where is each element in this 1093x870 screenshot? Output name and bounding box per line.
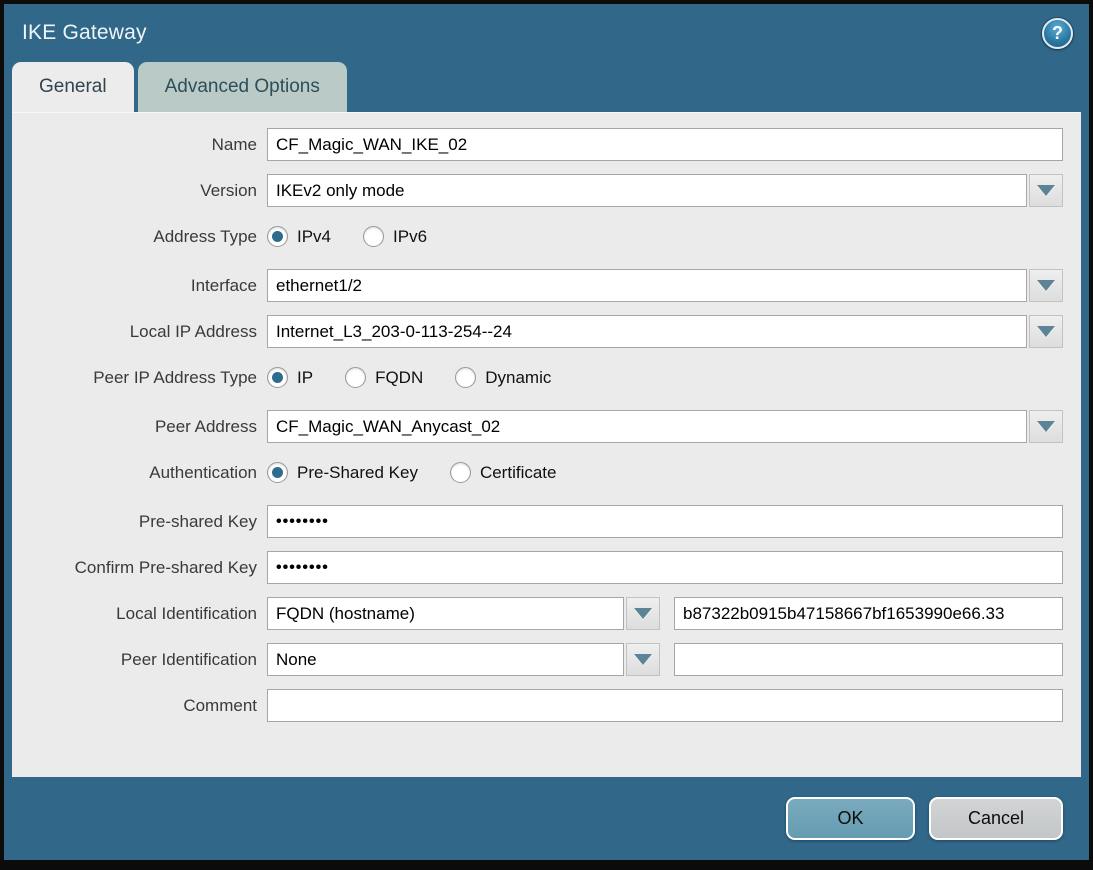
chevron-down-icon (1037, 185, 1055, 196)
local-identification-label: Local Identification (12, 604, 267, 624)
comment-label: Comment (12, 696, 267, 716)
name-input[interactable] (267, 128, 1063, 161)
version-row: Version (12, 174, 1063, 207)
name-label: Name (12, 135, 267, 155)
comment-row: Comment (12, 689, 1063, 722)
peer-identification-value-input[interactable] (674, 643, 1063, 676)
address-type-ipv6-option-label[interactable]: IPv6 (393, 227, 427, 247)
version-label: Version (12, 181, 267, 201)
general-tab-panel: Name Version Address Type (12, 112, 1081, 777)
authentication-psk-radio[interactable] (267, 462, 288, 483)
local-identification-row: Local Identification (12, 597, 1063, 630)
chevron-down-icon (1037, 280, 1055, 291)
interface-select[interactable] (267, 269, 1027, 302)
chevron-down-icon (1037, 326, 1055, 337)
dialog-footer: OK Cancel (4, 777, 1089, 860)
address-type-ipv4-radio[interactable] (267, 226, 288, 247)
peer-identification-row: Peer Identification (12, 643, 1063, 676)
window-frame: IKE Gateway ? General Advanced Options N… (0, 0, 1093, 870)
ok-button[interactable]: OK (786, 797, 915, 840)
interface-row: Interface (12, 269, 1063, 302)
pre-shared-key-input[interactable] (267, 505, 1063, 538)
peer-ip-address-type-row: Peer IP Address Type IP FQDN Dynamic (12, 361, 1063, 394)
peer-ip-type-ip-radio[interactable] (267, 367, 288, 388)
version-select[interactable] (267, 174, 1027, 207)
local-identification-value-input[interactable] (674, 597, 1063, 630)
peer-ip-type-fqdn-option-label[interactable]: FQDN (375, 368, 423, 388)
peer-address-select[interactable] (267, 410, 1027, 443)
chevron-down-icon (634, 608, 652, 619)
cancel-button[interactable]: Cancel (929, 797, 1063, 840)
local-ip-address-row: Local IP Address (12, 315, 1063, 348)
peer-identification-type-select[interactable] (267, 643, 624, 676)
local-ip-address-dropdown-button[interactable] (1029, 315, 1063, 348)
local-identification-dropdown-button[interactable] (626, 597, 660, 630)
authentication-psk-option-label[interactable]: Pre-Shared Key (297, 463, 418, 483)
authentication-row: Authentication Pre-Shared Key Certificat… (12, 456, 1063, 489)
address-type-ipv4-option-label[interactable]: IPv4 (297, 227, 331, 247)
authentication-certificate-option-label[interactable]: Certificate (480, 463, 557, 483)
interface-label: Interface (12, 276, 267, 296)
local-ip-address-label: Local IP Address (12, 322, 267, 342)
peer-address-label: Peer Address (12, 417, 267, 437)
confirm-pre-shared-key-label: Confirm Pre-shared Key (12, 558, 267, 578)
ike-gateway-dialog: IKE Gateway ? General Advanced Options N… (4, 4, 1089, 860)
confirm-pre-shared-key-row: Confirm Pre-shared Key (12, 551, 1063, 584)
peer-ip-address-type-label: Peer IP Address Type (12, 368, 267, 388)
authentication-label: Authentication (12, 463, 267, 483)
chevron-down-icon (1037, 421, 1055, 432)
peer-address-row: Peer Address (12, 410, 1063, 443)
tab-general[interactable]: General (12, 62, 134, 112)
pre-shared-key-label: Pre-shared Key (12, 512, 267, 532)
help-icon[interactable]: ? (1042, 18, 1073, 49)
dialog-header: IKE Gateway ? (4, 4, 1089, 62)
address-type-row: Address Type IPv4 IPv6 (12, 220, 1063, 253)
pre-shared-key-row: Pre-shared Key (12, 505, 1063, 538)
local-identification-type-select[interactable] (267, 597, 624, 630)
peer-address-dropdown-button[interactable] (1029, 410, 1063, 443)
interface-dropdown-button[interactable] (1029, 269, 1063, 302)
local-ip-address-select[interactable] (267, 315, 1027, 348)
tab-advanced-options[interactable]: Advanced Options (138, 62, 347, 112)
peer-identification-dropdown-button[interactable] (626, 643, 660, 676)
peer-ip-type-ip-option-label[interactable]: IP (297, 368, 313, 388)
tab-bar: General Advanced Options (12, 62, 1089, 112)
version-dropdown-button[interactable] (1029, 174, 1063, 207)
confirm-pre-shared-key-input[interactable] (267, 551, 1063, 584)
chevron-down-icon (634, 654, 652, 665)
dialog-title: IKE Gateway (22, 21, 1042, 45)
address-type-ipv6-radio[interactable] (363, 226, 384, 247)
peer-identification-label: Peer Identification (12, 650, 267, 670)
address-type-label: Address Type (12, 227, 267, 247)
name-row: Name (12, 128, 1063, 161)
peer-ip-type-fqdn-radio[interactable] (345, 367, 366, 388)
comment-input[interactable] (267, 689, 1063, 722)
authentication-certificate-radio[interactable] (450, 462, 471, 483)
peer-ip-type-dynamic-option-label[interactable]: Dynamic (485, 368, 551, 388)
peer-ip-type-dynamic-radio[interactable] (455, 367, 476, 388)
